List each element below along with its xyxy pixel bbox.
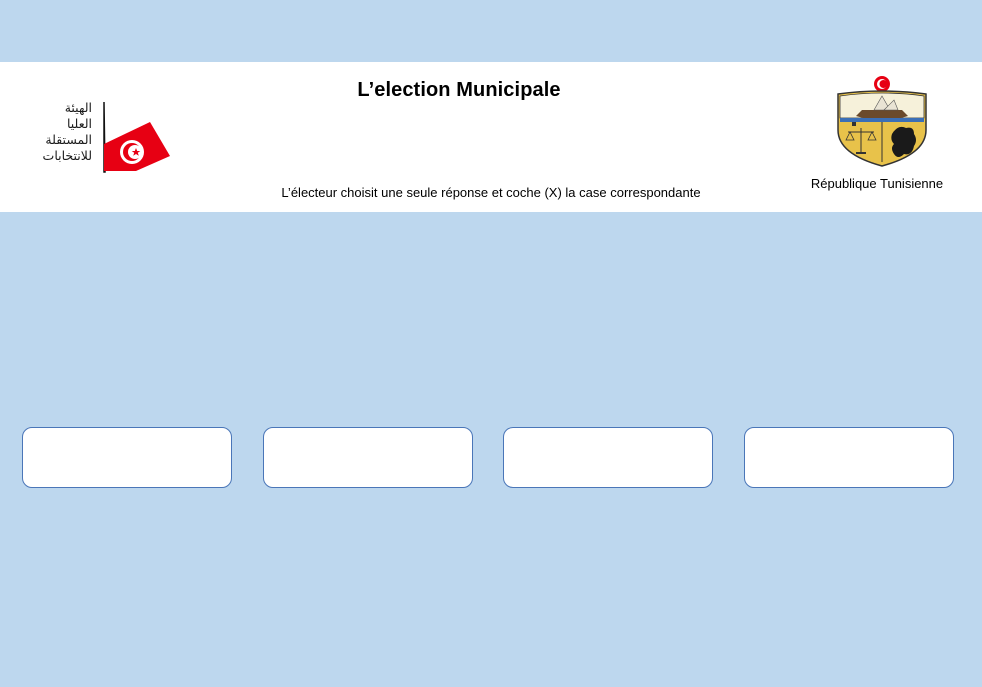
- ballot-page: الهيئة العليا المستقلة للانتخابات L’elec…: [0, 0, 982, 687]
- isie-logo-line: الهيئة: [64, 100, 92, 115]
- tunisia-coat-of-arms-icon: [837, 76, 927, 167]
- page-title: L’election Municipale: [357, 79, 561, 101]
- choice-box-1[interactable]: [22, 427, 232, 488]
- isie-logo-text: الهيئة العليا المستقلة للانتخابات: [8, 100, 92, 164]
- choice-box-3[interactable]: [503, 427, 713, 488]
- isie-logo-line: المستقلة: [45, 132, 92, 147]
- country-label: République Tunisienne: [810, 176, 944, 191]
- isie-logo-icon: الهيئة العليا المستقلة للانتخابات: [8, 98, 173, 174]
- choice-box-2[interactable]: [263, 427, 473, 488]
- isie-flag-mark-icon: [103, 101, 170, 173]
- isie-logo-line: للانتخابات: [42, 148, 92, 163]
- ballot-header: الهيئة العليا المستقلة للانتخابات L’elec…: [0, 62, 982, 212]
- choice-box-4[interactable]: [744, 427, 954, 488]
- isie-logo-line: العليا: [66, 116, 92, 131]
